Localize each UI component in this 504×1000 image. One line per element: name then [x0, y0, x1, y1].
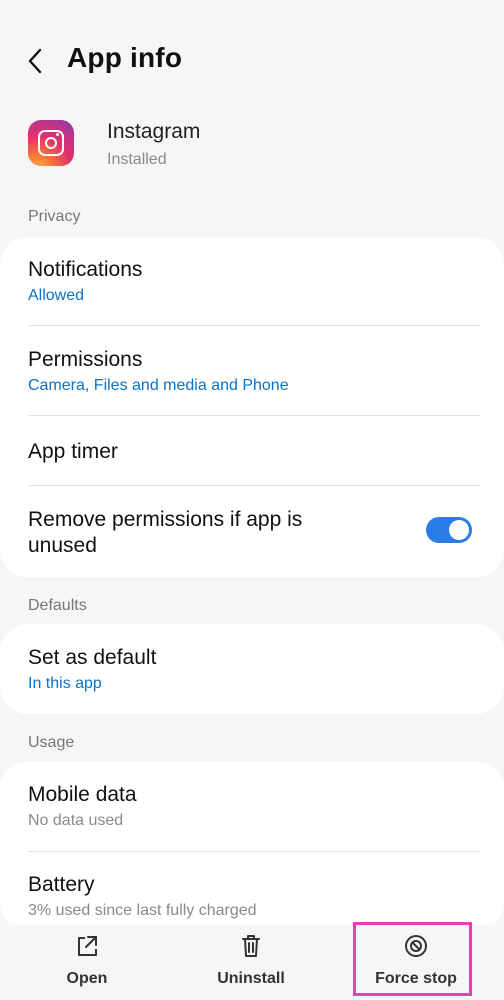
open-button[interactable]: Open: [27, 925, 147, 1000]
instagram-app-icon: [28, 120, 74, 166]
divider: [28, 485, 480, 486]
app-status: Installed: [107, 151, 167, 168]
section-label-defaults: Defaults: [28, 597, 87, 614]
divider: [28, 851, 480, 852]
open-external-icon: [78, 936, 97, 956]
notifications-item[interactable]: Notifications Allowed: [28, 257, 480, 305]
defaults-card: Set as default In this app: [0, 624, 504, 714]
mobile-data-sub: No data used: [28, 812, 124, 829]
remove-permissions-item[interactable]: Remove permissions if app is unused: [28, 507, 408, 559]
back-button[interactable]: [22, 44, 52, 78]
uninstall-button[interactable]: Uninstall: [191, 925, 311, 1000]
battery-sub: 3% used since last fully charged: [28, 902, 257, 919]
page-title: App info: [67, 42, 183, 73]
permissions-item[interactable]: Permissions Camera, Files and media and …: [28, 347, 480, 395]
app-name: Instagram: [107, 120, 201, 143]
divider: [28, 325, 480, 326]
permissions-summary: Camera, Files and media and Phone: [28, 377, 289, 394]
app-timer-item[interactable]: App timer: [28, 439, 480, 465]
uninstall-label: Uninstall: [217, 970, 285, 987]
app-bar: App info: [0, 30, 504, 90]
set-as-default-item[interactable]: Set as default In this app: [28, 645, 480, 693]
set-as-default-title: Set as default: [28, 646, 157, 669]
app-summary: Instagram Installed: [0, 110, 504, 180]
mobile-data-title: Mobile data: [28, 783, 137, 806]
notifications-title: Notifications: [28, 258, 143, 281]
usage-card: Mobile data No data used Battery 3% used…: [0, 761, 504, 931]
permissions-title: Permissions: [28, 348, 143, 371]
privacy-card: Notifications Allowed Permissions Camera…: [0, 237, 504, 577]
notifications-status: Allowed: [28, 287, 85, 304]
trash-icon: [242, 935, 260, 957]
mobile-data-item[interactable]: Mobile data No data used: [28, 782, 480, 830]
remove-permissions-title-line1: Remove permissions if app is: [28, 508, 303, 531]
set-as-default-sub: In this app: [28, 675, 102, 692]
section-label-usage: Usage: [28, 734, 75, 751]
battery-title: Battery: [28, 873, 95, 896]
app-timer-title: App timer: [28, 440, 118, 463]
remove-permissions-toggle[interactable]: [426, 517, 472, 543]
chevron-left-icon: [28, 48, 42, 74]
battery-item[interactable]: Battery 3% used since last fully charged: [28, 872, 480, 920]
open-label: Open: [66, 970, 108, 987]
toggle-knob: [449, 520, 469, 540]
highlight-box: [353, 922, 472, 996]
section-label-privacy: Privacy: [28, 208, 81, 225]
remove-permissions-title-line2: unused: [28, 534, 97, 557]
divider: [28, 415, 480, 416]
